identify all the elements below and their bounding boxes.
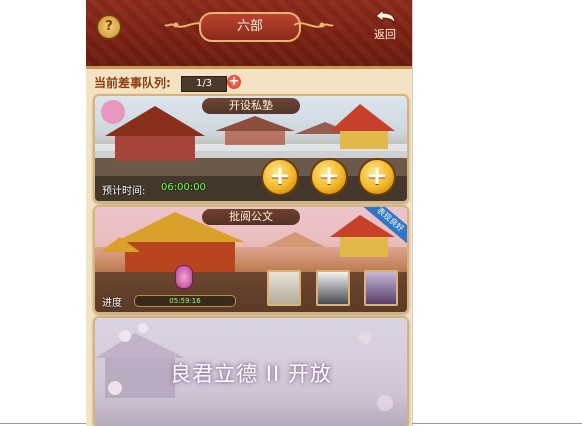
right-flourish-icon: [294, 22, 334, 28]
unlock-notice: 良君立德 II 开放: [170, 362, 332, 386]
task-card-school[interactable]: 开设私塾 + + + 预计时间: 06:00:00: [93, 94, 409, 203]
location-pin-icon: [175, 265, 193, 289]
official-avatar-3[interactable]: [364, 270, 398, 306]
back-button[interactable]: 返回: [368, 8, 402, 44]
question-icon: ?: [105, 19, 113, 34]
official-avatar-1[interactable]: [267, 270, 301, 306]
add-queue-button[interactable]: +: [227, 75, 241, 89]
task-card-locked[interactable]: 良君立德 II 开放: [93, 316, 409, 426]
help-button[interactable]: ?: [96, 14, 122, 40]
queue-count: 1/3: [181, 76, 227, 92]
task-card-documents[interactable]: 表现良好 批阅公文 进度 05:59:16: [93, 205, 409, 314]
timer-label: 预计时间:: [102, 186, 146, 197]
card-title: 批阅公文: [202, 209, 300, 225]
progress-label: 进度: [102, 298, 122, 309]
back-arrow-icon: [375, 8, 396, 25]
page-title: 六部: [199, 12, 301, 42]
card-title: 开设私塾: [202, 98, 300, 114]
add-official-button-3[interactable]: +: [358, 158, 396, 196]
progress-bar: 05:59:16: [134, 295, 236, 307]
progress-value: 05:59:16: [169, 297, 201, 305]
header-bar: ? 六部 返回: [86, 0, 412, 69]
add-official-button-2[interactable]: +: [310, 158, 348, 196]
add-official-button-1[interactable]: +: [261, 158, 299, 196]
official-avatar-2[interactable]: [316, 270, 350, 306]
queue-label: 当前差事队列:: [94, 76, 171, 90]
back-label: 返回: [374, 28, 396, 41]
frame-right-border: [412, 0, 413, 426]
game-screen: ? 六部 返回 当前差事队列: 1/3 + 开设私塾 + + + 预计时间: 0…: [86, 0, 412, 426]
queue-bar: 当前差事队列: 1/3 +: [94, 74, 394, 92]
left-flourish-icon: [164, 22, 204, 28]
timer-value: 06:00:00: [161, 182, 206, 193]
